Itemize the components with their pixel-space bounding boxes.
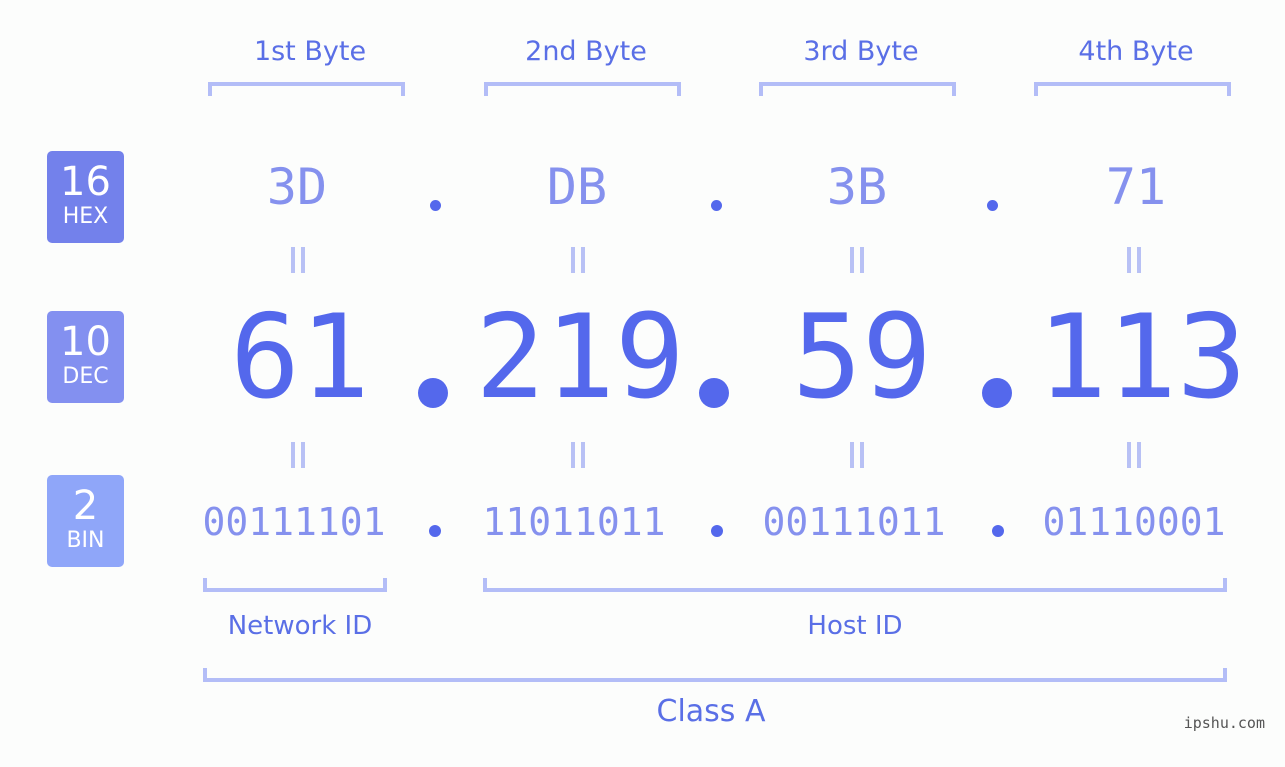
hex-separator-dot xyxy=(430,200,441,211)
hex-value-3: 3B xyxy=(826,158,888,216)
hex-badge-number: 16 xyxy=(60,159,111,205)
network-id-label: Network ID xyxy=(227,611,373,641)
hex-separator-dot xyxy=(987,200,998,211)
hex-value-1: 3D xyxy=(266,158,328,216)
bin-value-4: 01110001 xyxy=(1042,500,1226,544)
byte-label-1: 1st Byte xyxy=(253,36,367,67)
watermark: ipshu.com xyxy=(1183,714,1265,732)
dec-separator-dot xyxy=(418,378,448,408)
hex-badge-label: HEX xyxy=(62,204,109,229)
byte-bracket-2 xyxy=(484,82,681,96)
host-id-label: Host ID xyxy=(807,611,903,641)
equals-sign xyxy=(848,247,866,273)
bin-value-3: 00111011 xyxy=(762,500,946,544)
dec-badge-label: DEC xyxy=(62,364,109,389)
dec-value-2: 219 xyxy=(475,290,685,425)
equals-sign xyxy=(1125,247,1143,273)
bin-badge: 2 BIN xyxy=(47,475,124,567)
bin-separator-dot xyxy=(992,525,1004,537)
dec-badge: 10 DEC xyxy=(47,311,124,403)
dec-value-1: 61 xyxy=(230,290,370,425)
bin-separator-dot xyxy=(711,525,723,537)
hex-value-4: 71 xyxy=(1105,158,1167,216)
bin-value-2: 11011011 xyxy=(482,500,666,544)
equals-sign xyxy=(289,442,307,468)
bin-badge-number: 2 xyxy=(72,483,99,529)
dec-separator-dot xyxy=(982,378,1012,408)
hex-value-2: DB xyxy=(546,158,608,216)
equals-sign xyxy=(1125,442,1143,468)
equals-sign xyxy=(848,442,866,468)
dec-value-4: 113 xyxy=(1037,290,1247,425)
byte-bracket-4 xyxy=(1034,82,1231,96)
byte-label-2: 2nd Byte xyxy=(525,36,647,67)
byte-bracket-3 xyxy=(759,82,956,96)
equals-sign xyxy=(289,247,307,273)
bin-badge-label: BIN xyxy=(66,528,105,553)
network-id-bracket xyxy=(203,578,387,592)
class-bracket xyxy=(203,668,1227,682)
bin-value-1: 00111101 xyxy=(202,500,386,544)
hex-badge: 16 HEX xyxy=(47,151,124,243)
byte-bracket-1 xyxy=(208,82,405,96)
dec-value-3: 59 xyxy=(792,290,932,425)
bin-separator-dot xyxy=(429,525,441,537)
hex-separator-dot xyxy=(711,200,722,211)
byte-label-3: 3rd Byte xyxy=(803,36,919,67)
byte-label-4: 4th Byte xyxy=(1078,36,1194,67)
equals-sign xyxy=(569,247,587,273)
dec-badge-number: 10 xyxy=(60,319,111,365)
equals-sign xyxy=(569,442,587,468)
class-label: Class A xyxy=(656,694,766,729)
host-id-bracket xyxy=(483,578,1227,592)
dec-separator-dot xyxy=(699,378,729,408)
